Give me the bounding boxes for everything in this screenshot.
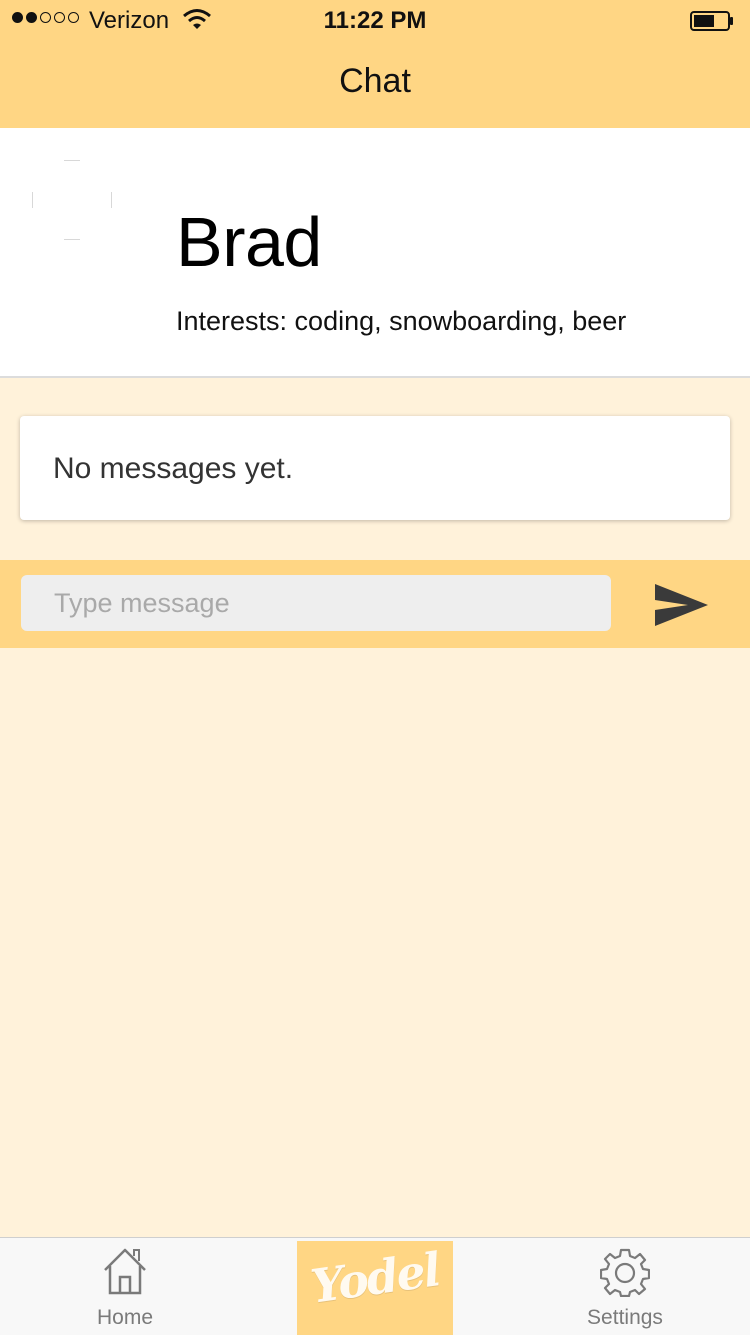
tab-home[interactable]: Home xyxy=(62,1238,188,1335)
tab-settings-label: Settings xyxy=(587,1306,663,1329)
status-time: 11:22 PM xyxy=(323,7,427,34)
tab-yodel-logo[interactable]: Yodel xyxy=(297,1241,453,1335)
empty-messages-text: No messages yet. xyxy=(53,452,294,485)
page-title: Chat xyxy=(339,62,411,100)
tab-settings[interactable]: Settings xyxy=(562,1238,688,1335)
tab-bar: Home Yodel Settings xyxy=(0,1237,750,1335)
tab-home-label: Home xyxy=(96,1306,154,1329)
send-button[interactable] xyxy=(648,576,712,632)
profile-interests: Interests: coding, snowboarding, beer xyxy=(176,306,627,336)
send-icon xyxy=(655,584,708,626)
profile-name: Brad xyxy=(176,203,322,281)
battery-icon xyxy=(690,11,733,31)
profile-card: Brad Interests: coding, snowboarding, be… xyxy=(0,128,750,378)
message-input[interactable] xyxy=(21,575,611,631)
message-list: No messages yet. xyxy=(20,416,730,520)
yodel-logo: Yodel xyxy=(307,1242,443,1314)
top-bar: Verizon 11:22 PM Chat xyxy=(0,0,750,128)
home-icon xyxy=(104,1248,146,1295)
gear-icon xyxy=(600,1248,650,1297)
status-bar: Verizon 11:22 PM xyxy=(0,0,750,40)
message-composer xyxy=(0,560,750,648)
avatar-placeholder-icon[interactable] xyxy=(32,160,112,240)
